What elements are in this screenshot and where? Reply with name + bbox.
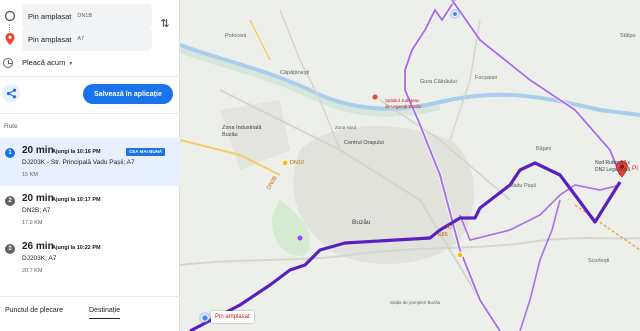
route-option-3[interactable]: 3 26 min Ajungi la 10:22 PM DJ203K; A7 2… bbox=[0, 234, 180, 282]
destination-name: Pin amplasat bbox=[28, 34, 72, 44]
place-label: Gura Călnăului bbox=[420, 79, 457, 85]
place-label: Nod Rutier A7 x DN2 Lega Buză bbox=[595, 160, 631, 173]
route-duration: 20 min bbox=[22, 145, 54, 156]
clock-icon bbox=[3, 58, 13, 68]
poi-label: Stația de pompieri Buzău bbox=[390, 300, 441, 305]
route-arrival-time: Ajungi la 10:22 PM bbox=[52, 245, 101, 251]
waypoint-start-row: Pin amplasat DN1B bbox=[0, 4, 180, 28]
route-number: 1 bbox=[5, 148, 15, 158]
panel-tabs: Punctul de plecare Destinație bbox=[0, 296, 180, 331]
divider bbox=[0, 76, 180, 77]
swap-waypoints-icon[interactable]: ⇅ bbox=[158, 16, 172, 32]
tab-start-point[interactable]: Punctul de plecare bbox=[5, 307, 63, 314]
destination-road: A7 bbox=[77, 36, 85, 42]
route-number: 3 bbox=[5, 244, 15, 254]
route-duration: 26 min bbox=[22, 241, 54, 252]
map-view[interactable]: Pi Pin amplasat Potoceni Căpățânești Gur… bbox=[180, 0, 640, 331]
start-point-name: Pin amplasat bbox=[28, 11, 72, 21]
road-label: DN10 bbox=[290, 160, 305, 166]
route-distance: 20.7 KM bbox=[22, 268, 43, 274]
place-label: Căpățânești bbox=[280, 70, 310, 76]
route-via: DJ203K; A7 bbox=[22, 255, 57, 262]
start-point-input[interactable]: Pin amplasat DN1B bbox=[22, 4, 152, 28]
directions-app: Pin amplasat DN1B Pin amplasat A7 ⇅ Plea… bbox=[0, 0, 640, 331]
start-location-icon bbox=[4, 10, 16, 22]
save-in-app-button[interactable]: Salvează în aplicație bbox=[83, 84, 173, 104]
waypoint-destination-row: Pin amplasat A7 bbox=[0, 27, 180, 51]
place-label: Scurtești bbox=[588, 258, 610, 264]
route-arrival-time: Ajungi la 10:17 PM bbox=[52, 197, 101, 203]
route-via: DJ203K - Str. Principală Vadu Pașii; A7 bbox=[22, 159, 135, 166]
road-label: A7 bbox=[446, 225, 453, 231]
best-route-badge: CEA MAI BUNĂ bbox=[126, 148, 166, 156]
place-label: Stâlpu bbox=[620, 33, 636, 39]
route-distance: 15 KM bbox=[22, 172, 38, 178]
route-number: 2 bbox=[5, 196, 15, 206]
place-label: Zona Nord bbox=[335, 125, 357, 130]
start-pin-label[interactable]: Pin amplasat bbox=[211, 311, 254, 323]
routes-heading: Rute bbox=[4, 123, 18, 130]
route-option-1[interactable]: 1 20 min Ajungi la 10:16 PM CEA MAI BUNĂ… bbox=[0, 138, 180, 186]
departure-label: Pleacă acum bbox=[22, 58, 66, 67]
share-icon bbox=[6, 88, 16, 98]
place-label: Vadu Pașii bbox=[510, 183, 536, 189]
route-via: DN2B; A7 bbox=[22, 207, 51, 214]
route-option-2[interactable]: 2 20 min Ajungi la 10:17 PM DN2B; A7 17.… bbox=[0, 186, 180, 234]
route-distance: 17.2 KM bbox=[22, 220, 43, 226]
dropdown-caret-icon: ▼ bbox=[68, 61, 74, 67]
share-button[interactable] bbox=[2, 84, 20, 102]
map-canvas bbox=[180, 0, 640, 331]
divider bbox=[0, 113, 180, 114]
tab-destination[interactable]: Destinație bbox=[89, 307, 121, 319]
route-arrival-time: Ajungi la 10:16 PM bbox=[52, 149, 101, 155]
destination-input[interactable]: Pin amplasat A7 bbox=[22, 27, 152, 51]
place-label: Focșanei bbox=[475, 75, 498, 81]
city-label: Buzău bbox=[352, 219, 371, 226]
poi-label: Spitalul Județean de Urgență Buzău bbox=[385, 98, 422, 109]
directions-panel: Pin amplasat DN1B Pin amplasat A7 ⇅ Plea… bbox=[0, 0, 180, 331]
departure-time-selector[interactable]: Pleacă acum ▼ bbox=[0, 56, 180, 72]
place-label: Zona Industrială Buzău bbox=[222, 125, 262, 138]
route-duration: 20 min bbox=[22, 193, 54, 204]
place-label: Potoceni bbox=[225, 33, 247, 39]
start-point-road: DN1B bbox=[77, 13, 93, 19]
place-label: Bâjani bbox=[536, 146, 552, 152]
destination-pin-icon bbox=[5, 33, 15, 45]
place-label: Centrul Orașului bbox=[344, 140, 384, 146]
road-label: E85 bbox=[438, 232, 448, 238]
